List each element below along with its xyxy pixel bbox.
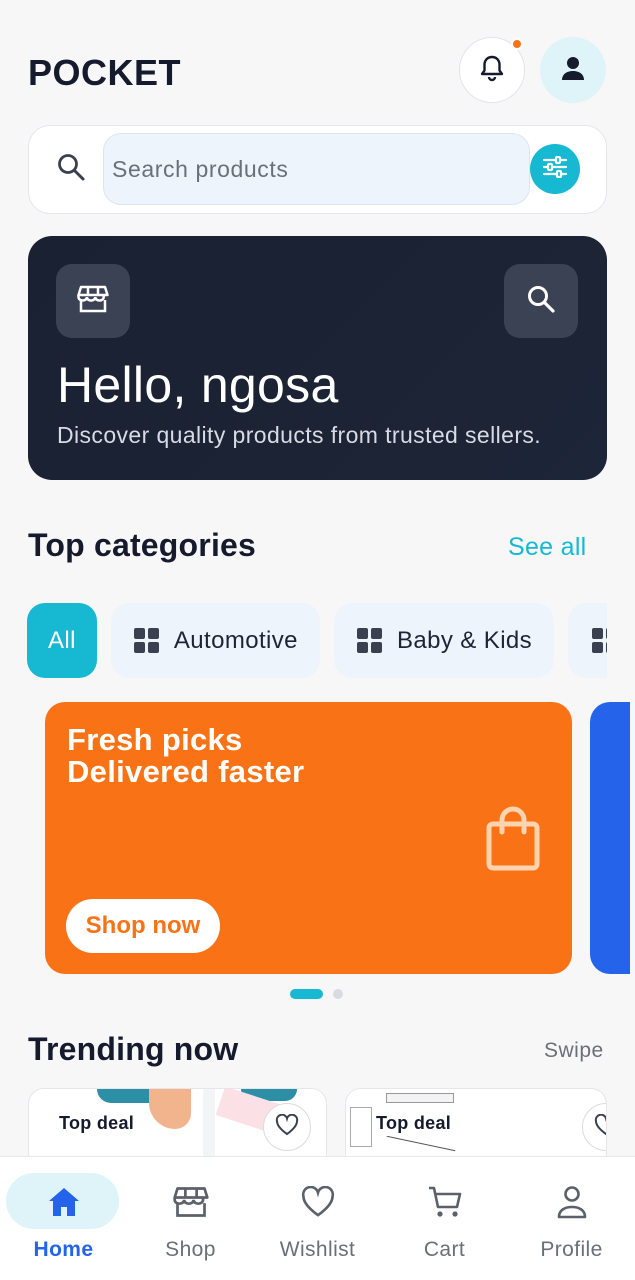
nav-item-home[interactable]: Home <box>0 1156 127 1280</box>
nav-item-profile[interactable]: Profile <box>508 1156 635 1280</box>
top-deal-badge: Top deal <box>55 1111 139 1136</box>
top-deal-badge: Top deal <box>372 1111 456 1136</box>
grid-icon <box>356 628 382 653</box>
bell-icon <box>479 54 505 87</box>
carousel-dot-active[interactable] <box>290 989 323 999</box>
promo-banner-next[interactable] <box>590 702 630 974</box>
nav-label: Wishlist <box>279 1238 356 1261</box>
store-icon <box>172 1184 209 1220</box>
nav-label: Home <box>33 1238 94 1261</box>
category-chip-automotive[interactable]: Automotive <box>110 603 320 678</box>
category-chips: All Automotive Baby & Kids <box>27 603 607 678</box>
swipe-hint: Swipe <box>544 1039 604 1062</box>
heart-icon <box>275 1113 299 1141</box>
see-all-link[interactable]: See all <box>508 533 587 562</box>
heart-icon <box>594 1113 606 1141</box>
nav-item-cart[interactable]: Cart <box>381 1156 508 1280</box>
chip-label: Baby & Kids <box>396 626 533 654</box>
search-icon <box>526 284 556 319</box>
trending-title: Trending now <box>28 1031 239 1067</box>
nav-item-wishlist[interactable]: Wishlist <box>254 1156 381 1280</box>
notifications-button[interactable] <box>459 37 525 103</box>
shopping-bag-icon <box>485 806 541 877</box>
greeting-title: Hello, ngosa <box>57 357 339 413</box>
search-icon <box>56 152 86 187</box>
app-brand: POCKET <box>28 52 182 93</box>
nav-label: Shop <box>165 1238 216 1261</box>
chip-label: Automotive <box>173 626 298 654</box>
heart-icon <box>300 1184 336 1220</box>
person-icon <box>556 1184 588 1220</box>
greeting-subtitle: Discover quality products from trusted s… <box>57 422 542 448</box>
category-chip-more[interactable] <box>568 603 607 678</box>
nav-label: Profile <box>540 1238 603 1261</box>
nav-label: Cart <box>423 1238 466 1261</box>
promo-line-2: Delivered faster <box>67 754 305 789</box>
cart-icon <box>427 1184 463 1220</box>
hero-search-button[interactable] <box>504 264 578 338</box>
account-button[interactable] <box>540 37 606 103</box>
category-chip-baby-kids[interactable]: Baby & Kids <box>333 603 555 678</box>
category-chip-all[interactable]: All <box>27 603 97 678</box>
wishlist-button[interactable] <box>263 1103 311 1151</box>
promo-line-1: Fresh picks <box>67 722 243 757</box>
store-icon <box>77 284 109 319</box>
notification-dot <box>511 38 523 50</box>
shop-shortcut-button[interactable] <box>56 264 130 338</box>
sliders-icon <box>542 155 568 183</box>
home-icon <box>47 1184 81 1220</box>
nav-item-shop[interactable]: Shop <box>127 1156 254 1280</box>
carousel-dot[interactable] <box>333 989 343 999</box>
categories-title: Top categories <box>28 527 257 563</box>
grid-icon <box>592 628 607 653</box>
shop-now-button[interactable]: Shop now <box>66 899 220 953</box>
filter-button[interactable] <box>530 144 580 194</box>
grid-icon <box>133 628 159 653</box>
wishlist-button[interactable] <box>582 1103 606 1151</box>
promo-headline: Fresh picks Delivered faster <box>67 724 304 788</box>
person-icon <box>559 54 587 87</box>
search-input[interactable] <box>103 133 530 205</box>
chip-label: All <box>48 626 76 654</box>
